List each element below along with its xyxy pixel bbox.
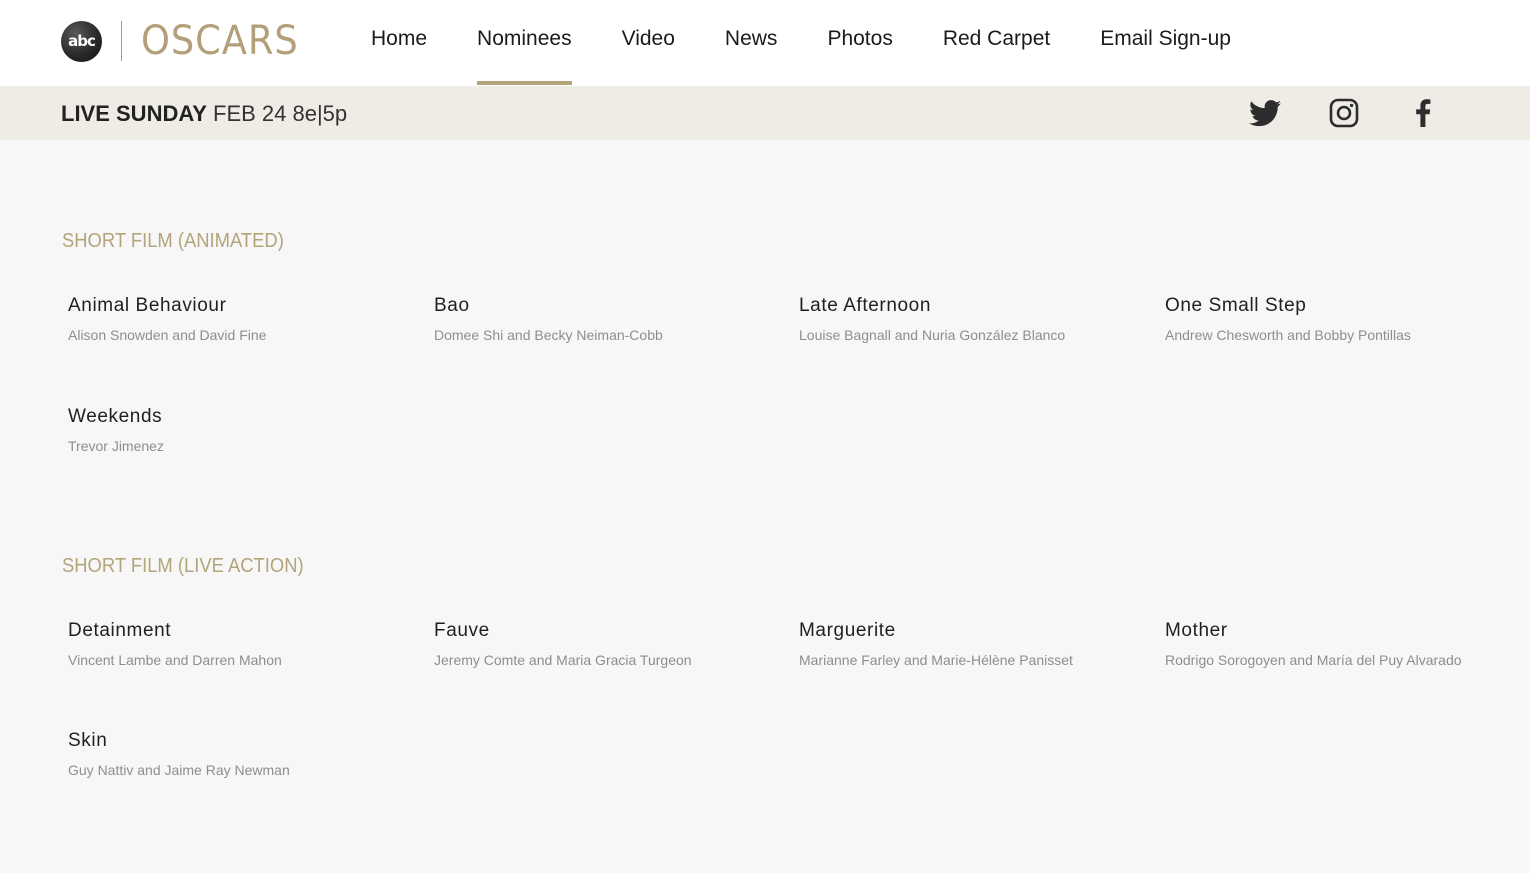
air-time: FEB 24 8e|5p <box>213 101 348 126</box>
nav-email-signup[interactable]: Email Sign-up <box>1100 0 1231 86</box>
broadcast-bar: LIVE SUNDAY FEB 24 8e|5p <box>0 86 1530 140</box>
nav-home[interactable]: Home <box>371 0 427 86</box>
category-short-film-animated: SHORT FILM (ANIMATED) <box>62 230 1482 253</box>
nav-news-label: News <box>724 27 778 50</box>
nominee-card[interactable]: Weekends Trevor Jimenez <box>68 405 428 455</box>
nominee-card[interactable]: Fauve Jeremy Comte and Maria Gracia Turg… <box>434 619 794 669</box>
film-nominees: Marianne Farley and Marie-Hélène Panisse… <box>799 652 1073 668</box>
nominee-card[interactable]: One Small Step Andrew Chesworth and Bobb… <box>1165 294 1525 344</box>
film-title: Skin <box>68 730 108 751</box>
nominee-card[interactable]: Bao Domee Shi and Becky Neiman-Cobb <box>434 294 794 344</box>
instagram-icon[interactable] <box>1327 96 1361 130</box>
film-title: Detainment <box>68 620 172 641</box>
nominee-card[interactable]: Mother Rodrigo Sorogoyen and María del P… <box>1165 619 1525 669</box>
nominee-card[interactable]: Skin Guy Nattiv and Jaime Ray Newman <box>68 729 428 779</box>
site-header: abc OSCARS Home Nominees Video News Phot… <box>0 0 1530 86</box>
nav-video[interactable]: Video <box>622 0 675 86</box>
nav-email-signup-label: Email Sign-up <box>1100 27 1231 50</box>
category-title: SHORT FILM (LIVE ACTION) <box>62 555 304 577</box>
abc-oscars-logo[interactable]: abc OSCARS <box>61 20 312 62</box>
film-title: Mother <box>1165 620 1228 641</box>
live-label: LIVE SUNDAY <box>61 101 207 126</box>
nav-photos-label: Photos <box>827 27 893 50</box>
film-nominees: Trevor Jimenez <box>68 438 164 454</box>
film-title: Late Afternoon <box>799 295 932 316</box>
main-nav: Home Nominees Video News Photos Red Carp… <box>371 0 1281 86</box>
nominee-card[interactable]: Late Afternoon Louise Bagnall and Nuria … <box>799 294 1159 344</box>
nav-video-label: Video <box>621 27 675 50</box>
broadcast-info: LIVE SUNDAY FEB 24 8e|5p <box>61 86 347 140</box>
film-nominees: Domee Shi and Becky Neiman-Cobb <box>434 327 663 343</box>
abc-logo-icon: abc <box>61 20 102 62</box>
nav-nominees-label: Nominees <box>477 27 572 50</box>
category-short-film-live-action: SHORT FILM (LIVE ACTION) <box>62 555 1482 578</box>
film-nominees: Louise Bagnall and Nuria González Blanco <box>799 327 1066 343</box>
film-title: Marguerite <box>799 620 896 641</box>
nominee-card[interactable]: Marguerite Marianne Farley and Marie-Hél… <box>799 619 1159 669</box>
film-title: Animal Behaviour <box>68 295 227 316</box>
oscars-wordmark: OSCARS <box>141 18 299 64</box>
active-underline <box>477 81 572 85</box>
film-title: Weekends <box>68 406 163 427</box>
nav-news[interactable]: News <box>725 0 778 86</box>
film-nominees: Andrew Chesworth and Bobby Pontillas <box>1165 327 1411 343</box>
film-title: One Small Step <box>1165 295 1307 316</box>
film-title: Bao <box>434 295 470 316</box>
film-nominees: Vincent Lambe and Darren Mahon <box>68 652 282 668</box>
nav-red-carpet[interactable]: Red Carpet <box>943 0 1050 86</box>
twitter-icon[interactable] <box>1248 96 1282 130</box>
nav-nominees[interactable]: Nominees <box>477 0 572 86</box>
facebook-icon[interactable] <box>1406 96 1440 130</box>
nav-photos[interactable]: Photos <box>827 0 892 86</box>
film-nominees: Guy Nattiv and Jaime Ray Newman <box>68 762 290 778</box>
logo-divider <box>121 21 122 61</box>
film-title: Fauve <box>434 620 490 641</box>
film-nominees: Alison Snowden and David Fine <box>68 327 267 343</box>
nominee-card[interactable]: Detainment Vincent Lambe and Darren Maho… <box>68 619 428 669</box>
nav-home-label: Home <box>371 27 428 50</box>
film-nominees: Jeremy Comte and Maria Gracia Turgeon <box>434 652 692 668</box>
nav-red-carpet-label: Red Carpet <box>942 27 1051 50</box>
film-nominees: Rodrigo Sorogoyen and María del Puy Alva… <box>1165 652 1462 668</box>
category-title: SHORT FILM (ANIMATED) <box>62 230 284 252</box>
nominee-card[interactable]: Animal Behaviour Alison Snowden and Davi… <box>68 294 428 344</box>
